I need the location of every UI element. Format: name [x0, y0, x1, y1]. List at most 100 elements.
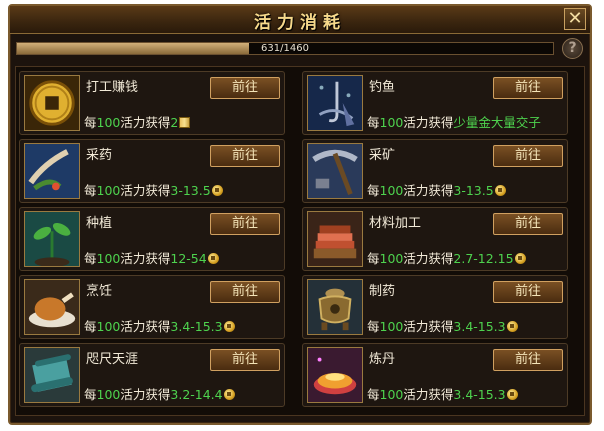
reward-value: 3-13.5 — [170, 183, 211, 198]
reward-description: 每100活力获得2.7-12.15 — [367, 248, 526, 267]
activity-card: 采药 前往每100活力获得3-13.5 — [19, 139, 285, 203]
coin-icon — [223, 389, 235, 400]
activity-name: 制药 — [369, 284, 396, 299]
desc-prefix: 每 — [367, 183, 380, 198]
desc-mid: 活力获得 — [403, 319, 454, 334]
reward-value: 少量金大量交子 — [453, 115, 541, 130]
activity-name: 咫尺天涯 — [86, 352, 139, 367]
reward-value: 3.4-15.3 — [170, 319, 223, 334]
desc-prefix: 每 — [367, 251, 380, 266]
reward-description: 每100活力获得少量金大量交子 — [367, 112, 541, 131]
progress-text: 631/1460 — [261, 43, 309, 54]
coin-icon — [211, 185, 223, 196]
close-button[interactable]: ✕ — [564, 8, 586, 30]
vitality-amount: 100 — [379, 115, 404, 130]
desc-prefix: 每 — [367, 387, 380, 402]
reward-description: 每100活力获得2 — [84, 112, 191, 131]
reward-value: 3.2-14.4 — [170, 387, 223, 402]
coin-icon — [494, 185, 506, 196]
coin-icon — [223, 321, 235, 332]
reward-description: 每100活力获得3.4-15.3 — [84, 316, 235, 335]
reward-description: 每100活力获得3.4-15.3 — [367, 384, 518, 403]
reward-description: 每100活力获得3.2-14.4 — [84, 384, 235, 403]
reward-value: 3-13.5 — [453, 183, 494, 198]
desc-mid: 活力获得 — [120, 251, 171, 266]
desc-prefix: 每 — [84, 387, 97, 402]
activity-card: 种植 前往每100活力获得12-54 — [19, 207, 285, 271]
desc-prefix: 每 — [84, 319, 97, 334]
title-bar: 活力消耗 ✕ — [10, 6, 590, 34]
go-button[interactable]: 前往 — [493, 281, 563, 303]
go-button[interactable]: 前往 — [210, 281, 280, 303]
vitality-amount: 100 — [96, 183, 121, 198]
activity-name: 采矿 — [369, 148, 396, 163]
coin-icon — [514, 253, 526, 264]
scroll-icon — [24, 347, 80, 403]
desc-prefix: 每 — [84, 251, 97, 266]
censer-icon — [307, 279, 363, 335]
desc-mid: 活力获得 — [403, 387, 454, 402]
vitality-amount: 100 — [379, 387, 404, 402]
desc-mid: 活力获得 — [120, 115, 171, 130]
desc-prefix: 每 — [84, 115, 97, 130]
window-title: 活力消耗 — [254, 13, 346, 33]
desc-prefix: 每 — [84, 183, 97, 198]
activity-card: 采矿 前往每100活力获得3-13.5 — [302, 139, 568, 203]
activity-name: 采药 — [86, 148, 113, 163]
reward-description: 每100活力获得12-54 — [84, 248, 219, 267]
help-button[interactable]: ? — [562, 38, 583, 59]
roast-chicken-icon — [24, 279, 80, 335]
go-button[interactable]: 前往 — [493, 349, 563, 371]
vitality-amount: 100 — [96, 387, 121, 402]
reward-description: 每100活力获得3-13.5 — [84, 180, 223, 199]
copper-coin-icon — [24, 75, 80, 131]
desc-prefix: 每 — [367, 319, 380, 334]
activity-card: 咫尺天涯 前往每100活力获得3.2-14.4 — [19, 343, 285, 407]
reward-value: 12-54 — [170, 251, 207, 266]
herb-gathering-icon — [24, 143, 80, 199]
book-icon — [179, 117, 191, 128]
fishing-icon — [307, 75, 363, 131]
alchemy-furnace-icon — [307, 347, 363, 403]
go-button[interactable]: 前往 — [493, 213, 563, 235]
desc-mid: 活力获得 — [120, 319, 171, 334]
activity-card: 烹饪 前往每100活力获得3.4-15.3 — [19, 275, 285, 339]
vitality-progress-bar: 631/1460 — [16, 42, 554, 55]
pickaxe-icon — [307, 143, 363, 199]
reward-description: 每100活力获得3.4-15.3 — [367, 316, 518, 335]
desc-mid: 活力获得 — [403, 115, 454, 130]
reward-value: 3.4-15.3 — [453, 319, 506, 334]
vitality-amount: 100 — [379, 319, 404, 334]
activity-card: 材料加工 前往每100活力获得2.7-12.15 — [302, 207, 568, 271]
desc-prefix: 每 — [367, 115, 380, 130]
coin-icon — [207, 253, 219, 264]
go-button[interactable]: 前往 — [493, 77, 563, 99]
vitality-amount: 100 — [96, 319, 121, 334]
desc-mid: 活力获得 — [403, 251, 454, 266]
reward-description: 每100活力获得3-13.5 — [367, 180, 506, 199]
vitality-amount: 100 — [96, 115, 121, 130]
reward-value: 2.7-12.15 — [453, 251, 514, 266]
go-button[interactable]: 前往 — [210, 349, 280, 371]
activity-name: 打工赚钱 — [86, 80, 139, 95]
activity-name: 钓鱼 — [369, 80, 396, 95]
activity-name: 烹饪 — [86, 284, 113, 299]
go-button[interactable]: 前往 — [210, 213, 280, 235]
activity-grid: 打工赚钱 前往 每100活力获得2 钓鱼 前往 每100活力获得少量金大量交子 采药 前往 每1… — [15, 66, 585, 416]
vitality-amount: 100 — [96, 251, 121, 266]
activity-name: 材料加工 — [369, 216, 422, 231]
activity-card: 钓鱼 前往每100活力获得少量金大量交子 — [302, 71, 568, 135]
activity-card: 炼丹 前往每100活力获得3.4-15.3 — [302, 343, 568, 407]
sprout-icon — [24, 211, 80, 267]
activity-card: 制药 前往每100活力获得3.4-15.3 — [302, 275, 568, 339]
go-button[interactable]: 前往 — [210, 77, 280, 99]
go-button[interactable]: 前往 — [210, 145, 280, 167]
desc-mid: 活力获得 — [120, 183, 171, 198]
coin-icon — [506, 389, 518, 400]
activity-name: 种植 — [86, 216, 113, 231]
go-button[interactable]: 前往 — [493, 145, 563, 167]
activity-card: 打工赚钱 前往 每100活力获得2 — [19, 71, 285, 135]
activity-name: 炼丹 — [369, 352, 396, 367]
vitality-window: 活力消耗 ✕ 631/1460 ? 打工赚钱 前往 每100活力获得2 钓鱼 前往 每10… — [8, 4, 592, 425]
vitality-amount: 100 — [379, 183, 404, 198]
